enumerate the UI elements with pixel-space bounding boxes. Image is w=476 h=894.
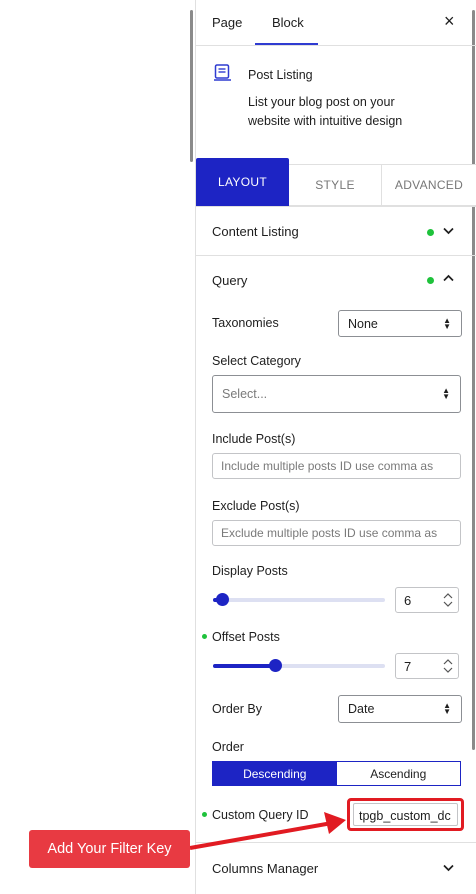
modified-indicator-dot xyxy=(202,812,207,817)
section-title: Query xyxy=(212,273,248,288)
sidebar-tabs: Page Block × xyxy=(196,0,476,46)
panel-scrollbar[interactable] xyxy=(472,10,475,750)
tab-advanced[interactable]: ADVANCED xyxy=(382,164,476,206)
custom-query-id-input[interactable]: tpgb_custom_dc xyxy=(347,798,464,831)
active-tab-indicator xyxy=(255,43,318,45)
tab-page[interactable]: Page xyxy=(212,15,242,30)
section-title: Content Listing xyxy=(212,224,299,239)
select-arrows-icon: ▲ ▼ xyxy=(443,701,451,716)
block-description: List your blog post on your website with… xyxy=(248,95,403,128)
custom-query-id-value: tpgb_custom_dc xyxy=(359,809,451,823)
include-posts-input[interactable]: Include multiple posts ID use comma as xyxy=(212,453,461,479)
chevron-down-icon xyxy=(443,864,454,872)
spinner-icon[interactable] xyxy=(442,591,454,609)
block-settings-panel: Page Block × Post Listing List your blog… xyxy=(195,0,476,894)
offset-posts-value: 7 xyxy=(404,659,412,674)
order-descending-button[interactable]: Descending xyxy=(213,762,337,785)
exclude-posts-input[interactable]: Exclude multiple posts ID use comma as xyxy=(212,520,461,546)
display-posts-label: Display Posts xyxy=(212,564,288,578)
active-indicator-dot xyxy=(427,229,434,236)
offset-posts-label: Offset Posts xyxy=(212,630,280,644)
display-posts-number[interactable]: 6 xyxy=(395,587,459,613)
display-posts-thumb[interactable] xyxy=(216,593,229,606)
tab-block[interactable]: Block xyxy=(272,15,304,30)
chevron-up-icon xyxy=(443,274,454,282)
select-arrows-icon: ▲ ▼ xyxy=(442,386,450,401)
annotation-callout: Add Your Filter Key xyxy=(29,830,190,868)
offset-posts-fill xyxy=(213,664,275,668)
custom-query-id-label: Custom Query ID xyxy=(212,808,309,822)
include-posts-label: Include Post(s) xyxy=(212,432,296,446)
block-title: Post Listing xyxy=(248,68,313,82)
offset-posts-number[interactable]: 7 xyxy=(395,653,459,679)
display-posts-track[interactable] xyxy=(213,598,385,602)
category-select[interactable]: Select... ▲ ▼ xyxy=(212,375,461,413)
taxonomies-select[interactable]: None ▲ ▼ xyxy=(338,310,462,337)
order-by-label: Order By xyxy=(212,702,263,716)
category-placeholder: Select... xyxy=(222,387,268,401)
display-posts-value: 6 xyxy=(404,593,412,608)
order-ascending-button[interactable]: Ascending xyxy=(336,762,460,785)
post-listing-icon xyxy=(214,64,231,81)
chevron-down-icon xyxy=(443,227,454,235)
tab-style[interactable]: STYLE xyxy=(289,164,382,206)
order-toggle: Descending Ascending xyxy=(212,761,461,786)
exclude-posts-label: Exclude Post(s) xyxy=(212,499,300,513)
panel-tabs: LAYOUT STYLE ADVANCED xyxy=(196,158,476,206)
taxonomies-label: Taxonomies xyxy=(212,316,279,330)
order-by-select[interactable]: Date ▲ ▼ xyxy=(338,695,462,723)
order-label: Order xyxy=(212,740,244,754)
tab-layout[interactable]: LAYOUT xyxy=(196,158,289,206)
editor-scrollbar[interactable] xyxy=(190,10,193,162)
active-indicator-dot xyxy=(427,277,434,284)
modified-indicator-dot xyxy=(202,634,207,639)
offset-posts-thumb[interactable] xyxy=(269,659,282,672)
section-title: Columns Manager xyxy=(212,861,319,876)
spinner-icon[interactable] xyxy=(442,657,454,675)
select-category-label: Select Category xyxy=(212,354,301,368)
close-icon[interactable]: × xyxy=(444,11,455,32)
select-arrows-icon: ▲ ▼ xyxy=(443,315,451,331)
taxonomies-value: None xyxy=(348,316,378,331)
order-by-value: Date xyxy=(348,702,375,716)
